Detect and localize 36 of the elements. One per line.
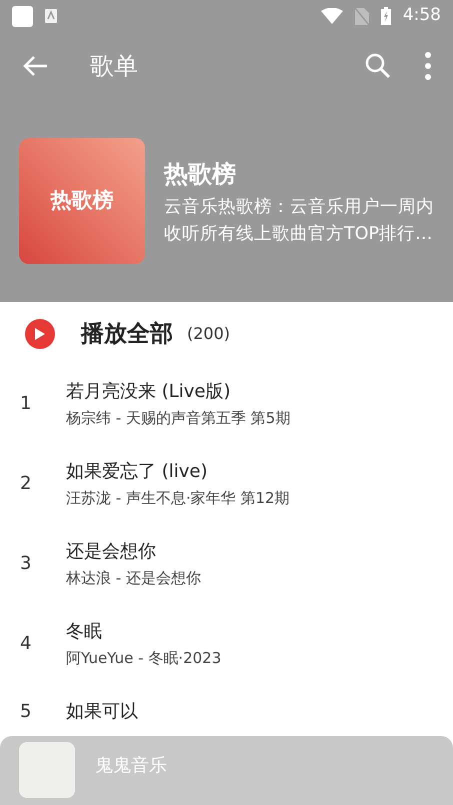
no-sim-icon <box>354 8 369 24</box>
song-index: 1 <box>19 392 32 416</box>
playlist-title: 热歌榜 <box>164 159 237 190</box>
song-subtitle: 汪苏泷 - 声生不息·家年华 第12期 <box>66 488 290 509</box>
song-row[interactable]: 2 如果爱忘了 (live) 汪苏泷 - 声生不息·家年华 第12期 <box>0 458 453 510</box>
battery-charging-icon <box>380 7 391 25</box>
song-count: (200) <box>187 323 230 345</box>
song-index: 4 <box>19 632 32 656</box>
song-index: 3 <box>19 552 32 576</box>
toolbar-title: 歌单 <box>90 51 138 82</box>
album-art <box>19 742 75 798</box>
play-all-button[interactable] <box>25 319 55 349</box>
status-time: 4:58 <box>402 4 441 28</box>
search-button[interactable] <box>363 51 393 81</box>
song-title: 如果可以 <box>66 700 138 724</box>
cover-title: 热歌榜 <box>50 187 114 214</box>
song-index: 5 <box>19 700 32 724</box>
playlist-description: 云音乐热歌榜：云音乐用户一周内收听所有线上歌曲官方TOP排行… <box>164 196 434 246</box>
song-row[interactable]: 3 还是会想你 林达浪 - 还是会想你 <box>0 538 453 590</box>
song-title: 若月亮没来 (Live版) <box>66 380 232 404</box>
song-title: 还是会想你 <box>66 540 157 564</box>
song-row[interactable]: 4 冬眠 阿YueYue - 冬眠·2023 <box>0 618 453 670</box>
song-title: 冬眠 <box>66 620 103 644</box>
song-index: 2 <box>19 472 32 496</box>
play-icon <box>34 327 46 341</box>
song-title: 如果爱忘了 (live) <box>66 460 208 484</box>
song-subtitle: 阿YueYue - 冬眠·2023 <box>66 648 222 669</box>
notification-icon <box>45 9 57 23</box>
play-all-label[interactable]: 播放全部 <box>81 316 173 352</box>
song-row[interactable]: 1 若月亮没来 (Live版) 杨宗纬 - 天赐的声音第五季 第5期 <box>0 378 453 430</box>
wifi-icon <box>320 8 343 24</box>
song-row[interactable]: 5 如果可以 <box>0 698 453 725</box>
song-subtitle: 杨宗纬 - 天赐的声音第五季 第5期 <box>66 408 290 429</box>
more-menu-button[interactable] <box>423 52 433 80</box>
notification-square-icon <box>12 6 33 26</box>
song-subtitle: 林达浪 - 还是会想你 <box>66 568 201 589</box>
